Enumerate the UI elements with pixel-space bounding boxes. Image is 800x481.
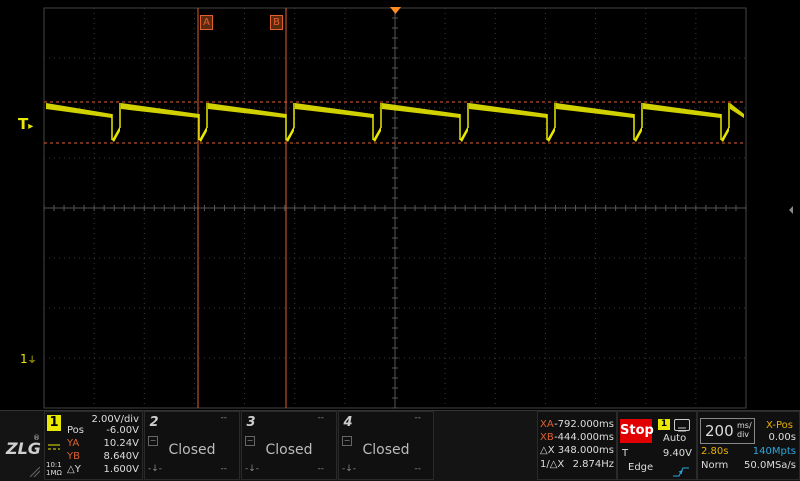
cursor-measure-box[interactable]: XA -792.000ms XB -444.000ms △X 348.000ms…	[537, 411, 617, 480]
timebase-info-box[interactable]: 200 ms/ div X-Pos 0.00s 2.80s 140Mpts No…	[697, 411, 800, 480]
record-time: 2.80s	[701, 446, 729, 457]
ch1-number: 1	[47, 415, 61, 431]
ch2-dash: --	[220, 413, 228, 423]
ch3-dash: --	[317, 413, 325, 423]
trigger-edge-icon	[672, 462, 690, 477]
xa-value: -792.000ms	[554, 419, 614, 430]
ch1-pos-value: -6.00V	[106, 425, 139, 436]
ch2-dash-bottom: --	[220, 464, 228, 474]
zlg-logo-icon: ZLG ®	[4, 432, 42, 462]
timebase-value: 200	[705, 422, 734, 440]
xb-value: -444.000ms	[554, 432, 614, 443]
ch2-info-box[interactable]: 2 -- − Closed -↓- --	[144, 411, 240, 480]
ch4-bottom-icon: -↓-	[342, 464, 357, 474]
timebase-scale-box[interactable]: 200 ms/ div	[700, 418, 755, 444]
trigger-type: Edge	[628, 462, 654, 473]
trigger-source-badge: 1	[658, 419, 670, 430]
memory-depth: 140Mpts	[752, 446, 796, 457]
ch1-ground-marker[interactable]: 1⏚	[20, 352, 37, 366]
ch1-yb-label: YB	[67, 451, 80, 462]
trigger-level-icon: ▸	[28, 121, 34, 132]
trigger-level-label: T	[18, 115, 29, 133]
ground-marker-icon: ⏚	[27, 356, 37, 366]
cursor-a-label[interactable]: A	[200, 15, 213, 30]
xpos-label: X-Pos	[766, 420, 793, 431]
cursor-b-label[interactable]: B	[270, 15, 283, 30]
run-stop-button[interactable]: Stop	[620, 419, 654, 443]
ch1-dy-value: 1.600V	[103, 464, 139, 475]
oscilloscope-screen: A B T▸ 1⏚	[0, 0, 800, 480]
ch1-ya-value: 10.24V	[103, 438, 139, 449]
trigger-t-label: T	[622, 448, 629, 459]
ch1-impedance: 1MΩ	[46, 469, 62, 477]
ch1-probe: 10:1	[46, 461, 62, 469]
ch3-status: Closed	[265, 442, 313, 458]
svg-text:®: ®	[33, 434, 40, 442]
trigger-level-marker[interactable]: T▸	[18, 115, 33, 133]
ch3-bottom-icon: -↓-	[245, 464, 260, 474]
ch3-info-box[interactable]: 3 -- − Closed -↓- --	[241, 411, 337, 480]
ch1-ya-label: YA	[67, 438, 80, 449]
dc-coupling-icon	[47, 437, 61, 450]
ch1-pos-label: Pos	[67, 425, 85, 436]
ch1-yb-value: 8.640V	[103, 451, 139, 462]
ch3-number: 3	[246, 415, 256, 430]
resize-grip-icon	[29, 462, 41, 478]
ch4-info-box[interactable]: 4 -- − Closed -↓- --	[338, 411, 434, 480]
ch2-bottom-icon: -↓-	[148, 464, 163, 474]
ch1-info-box[interactable]: 1 2.00V/div Pos -6.00V YA 10.24V YB 8.64…	[44, 411, 143, 480]
ch2-number: 2	[149, 415, 159, 430]
ch4-dash: --	[414, 413, 422, 423]
ch2-status: Closed	[168, 442, 216, 458]
dx-value: 348.000ms	[557, 445, 614, 456]
xpos-value: 0.00s	[768, 432, 796, 443]
trigger-mode: Auto	[663, 433, 687, 444]
ch4-dash-bottom: --	[414, 464, 422, 474]
trigger-level-value: 9.40V	[662, 448, 692, 459]
trigger-info-box[interactable]: Stop 1 Auto T 9.40V Edge	[617, 411, 697, 480]
sample-rate: 50.0MSa/s	[744, 460, 796, 471]
right-edge-arrow-icon[interactable]	[789, 206, 793, 214]
inv-dx-value: 2.874Hz	[572, 459, 614, 470]
ch4-status: Closed	[362, 442, 410, 458]
ch1-dy-label: △Y	[67, 464, 81, 475]
trigger-menu-icon	[674, 419, 690, 432]
waveform-display[interactable]	[0, 0, 800, 410]
ch1-ground-label: 1	[20, 352, 28, 366]
timebase-unit-top: ms/	[737, 421, 752, 430]
timebase-unit-bottom: div	[737, 430, 750, 439]
acq-mode: Norm	[701, 460, 729, 471]
ch4-number: 4	[343, 415, 353, 430]
ch3-dash-bottom: --	[317, 464, 325, 474]
